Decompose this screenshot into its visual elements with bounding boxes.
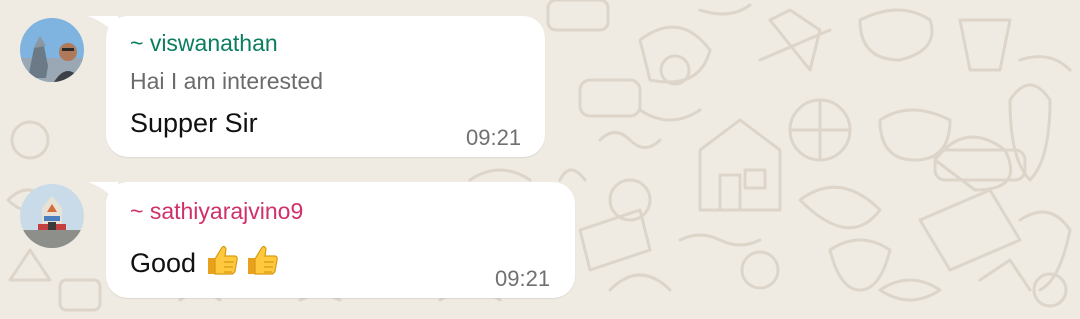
quoted-text: Hai I am interested: [130, 68, 324, 94]
sender-name[interactable]: ~ sathiyarajvino9: [130, 198, 303, 225]
message-bubble[interactable]: ~ viswanathan Hai I am interested Supper…: [106, 16, 545, 157]
avatar[interactable]: [20, 18, 84, 82]
message-time: 09:21: [466, 125, 522, 150]
message-text: Supper Sir: [130, 108, 258, 138]
message-bubble[interactable]: ~ sathiyarajvino9 Good 09:21: [106, 182, 575, 298]
thumbs-up-icon: [247, 245, 278, 275]
message-time: 09:21: [495, 266, 551, 291]
avatar[interactable]: [20, 184, 84, 248]
message-text: Good: [130, 242, 280, 279]
message-text-label: Good: [130, 248, 197, 278]
sender-name[interactable]: ~ viswanathan: [130, 30, 278, 57]
thumbs-up-icon: [207, 245, 238, 275]
